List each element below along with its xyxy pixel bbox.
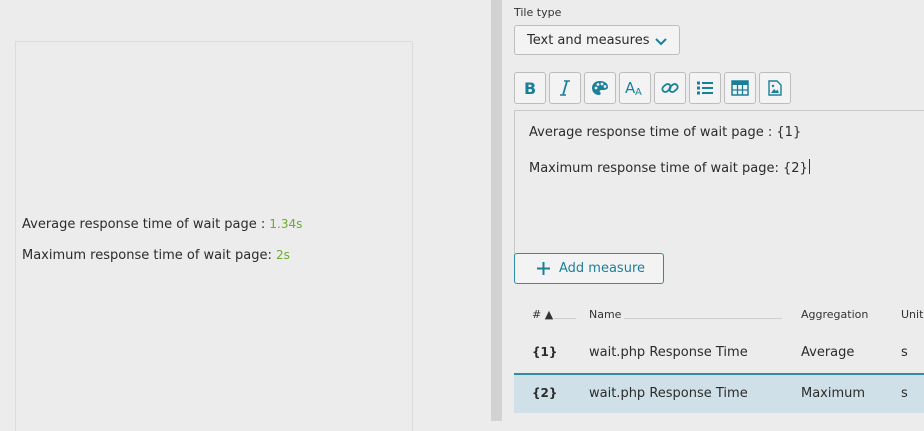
row-unit: s: [901, 386, 908, 401]
list-icon: [696, 80, 714, 96]
tile-type-dropdown[interactable]: Text and measures: [514, 25, 680, 55]
preview-line-average: Average response time of wait page : 1.3…: [22, 217, 302, 232]
chevron-down-icon: [655, 35, 667, 50]
tile-preview: Average response time of wait page : 1.3…: [15, 41, 413, 431]
panel-divider[interactable]: [491, 0, 502, 421]
editor-text-line: Maximum response time of wait page: {2}: [529, 159, 810, 176]
tile-type-label: Tile type: [514, 6, 562, 19]
image-button[interactable]: [759, 72, 791, 104]
font-size-button[interactable]: AA: [619, 72, 651, 104]
svg-text:B: B: [524, 80, 536, 96]
editor-text-line: Average response time of wait page : {1}: [529, 125, 802, 140]
preview-maximum-value: 2s: [275, 248, 290, 262]
bold-icon: B: [522, 80, 538, 96]
header-divider: [624, 318, 782, 319]
plus-icon: [537, 262, 550, 275]
preview-average-label: Average response time of wait page :: [22, 217, 270, 232]
column-header-aggregation[interactable]: Aggregation: [801, 308, 868, 321]
preview-maximum-label: Maximum response time of wait page:: [22, 248, 276, 263]
header-divider: [554, 318, 576, 319]
italic-button[interactable]: [549, 72, 581, 104]
link-icon: [661, 80, 679, 96]
list-button[interactable]: [689, 72, 721, 104]
table-icon: [731, 80, 749, 96]
editor-text-line-2: Maximum response time of wait page: {2}: [529, 161, 808, 176]
formatting-toolbar: B AA: [514, 72, 794, 104]
row-aggregation: Average: [801, 345, 855, 360]
add-measure-button[interactable]: Add measure: [514, 253, 664, 284]
row-unit: s: [901, 345, 908, 360]
row-number: {1}: [532, 345, 558, 359]
palette-icon: [591, 80, 609, 96]
color-button[interactable]: [584, 72, 616, 104]
row-aggregation: Maximum: [801, 386, 866, 401]
row-number: {2}: [532, 386, 558, 400]
tile-type-value: Text and measures: [527, 32, 650, 48]
column-header-unit[interactable]: Unit: [901, 308, 923, 321]
text-caret: [808, 159, 810, 174]
table-button[interactable]: [724, 72, 756, 104]
table-row[interactable]: {1} wait.php Response Time Average s: [514, 334, 924, 372]
row-name: wait.php Response Time: [589, 386, 748, 401]
column-header-number[interactable]: # ▲: [532, 308, 553, 321]
link-button[interactable]: [654, 72, 686, 104]
table-row-selected[interactable]: {2} wait.php Response Time Maximum s: [514, 373, 924, 413]
tile-editor: Tile type Text and measures B AA Average…: [502, 0, 924, 421]
column-header-name[interactable]: Name: [589, 308, 621, 321]
add-measure-label: Add measure: [559, 261, 645, 276]
row-name: wait.php Response Time: [589, 345, 748, 360]
preview-average-value: 1.34s: [269, 217, 303, 231]
image-icon: [768, 80, 782, 96]
italic-icon: [557, 80, 573, 96]
svg-text:A: A: [635, 87, 642, 96]
font-size-icon: AA: [625, 80, 645, 96]
bold-button[interactable]: B: [514, 72, 546, 104]
preview-line-maximum: Maximum response time of wait page: 2s: [22, 248, 290, 263]
